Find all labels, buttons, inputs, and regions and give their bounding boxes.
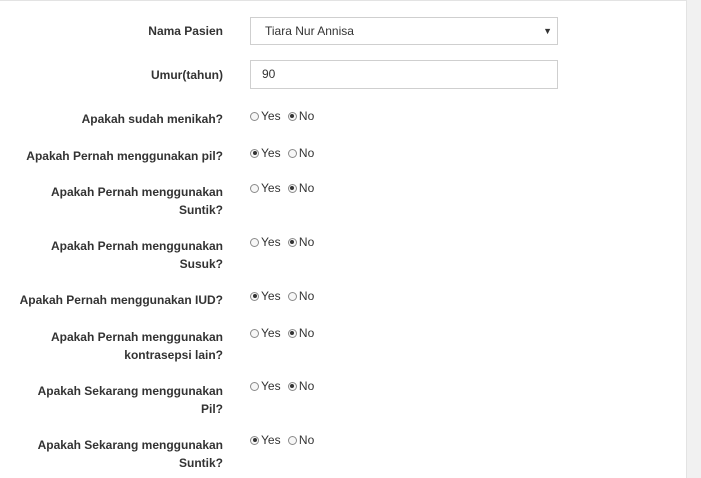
radio-no[interactable]: No xyxy=(287,433,315,447)
question-label-line2: Suntik? xyxy=(179,456,223,470)
question-label: Apakah Sekarang menggunakan Suntik? xyxy=(8,436,223,472)
radio-no-label: No xyxy=(298,109,315,123)
radio-yes-label: Yes xyxy=(261,146,281,160)
radio-yes[interactable]: Yes xyxy=(250,146,281,160)
question-label-line1: Apakah Pernah menggunakan xyxy=(50,239,223,253)
radio-no-label: No xyxy=(298,146,315,160)
radio-circle-icon xyxy=(250,237,259,247)
radio-group: Yes No xyxy=(250,379,318,395)
radio-group: Yes No xyxy=(250,146,318,162)
radio-group: Yes No xyxy=(250,326,318,342)
question-label-line1: Apakah Pernah menggunakan IUD? xyxy=(19,293,223,307)
question-label: Apakah Pernah menggunakan Suntik? xyxy=(8,183,223,219)
radio-checked-icon xyxy=(287,328,297,338)
age-input-value: 90 xyxy=(262,67,276,81)
radio-group: Yes No xyxy=(250,433,318,449)
radio-no[interactable]: No xyxy=(287,235,315,249)
question-label: Apakah Sekarang menggunakan Pil? xyxy=(8,382,223,418)
radio-checked-icon xyxy=(287,111,297,121)
question-label-line1: Apakah Sekarang menggunakan xyxy=(37,384,223,398)
radio-circle-icon xyxy=(287,291,297,301)
radio-circle-icon xyxy=(287,435,297,445)
question-label-line1: Apakah Pernah menggunakan pil? xyxy=(26,149,223,163)
radio-yes[interactable]: Yes xyxy=(250,289,281,303)
radio-yes[interactable]: Yes xyxy=(250,433,281,447)
radio-circle-icon xyxy=(250,183,259,193)
question-label-line1: Apakah Pernah menggunakan xyxy=(50,330,223,344)
question-label-line2: Suntik? xyxy=(179,203,223,217)
question-label: Apakah Pernah menggunakan IUD? xyxy=(8,291,223,309)
radio-yes[interactable]: Yes xyxy=(250,109,281,123)
radio-circle-icon xyxy=(250,328,259,338)
radio-group: Yes No xyxy=(250,181,318,197)
age-label: Umur(tahun) xyxy=(151,68,223,82)
radio-no-label: No xyxy=(298,379,315,393)
radio-group: Yes No xyxy=(250,289,318,305)
radio-no-label: No xyxy=(298,289,315,303)
radio-checked-icon xyxy=(287,381,297,391)
radio-group: Yes No xyxy=(250,235,318,251)
radio-yes[interactable]: Yes xyxy=(250,379,281,393)
question-label: Apakah sudah menikah? xyxy=(8,110,223,128)
radio-no[interactable]: No xyxy=(287,109,315,123)
form-panel: Nama Pasien Tiara Nur Annisa ▼ Umur(tahu… xyxy=(0,0,687,478)
radio-no[interactable]: No xyxy=(287,181,315,195)
radio-yes-label: Yes xyxy=(261,289,281,303)
radio-circle-icon xyxy=(250,111,259,121)
radio-no-label: No xyxy=(298,181,315,195)
radio-no[interactable]: No xyxy=(287,289,315,303)
radio-yes-label: Yes xyxy=(261,109,281,123)
patient-select[interactable]: Tiara Nur Annisa ▼ xyxy=(250,17,558,45)
radio-circle-icon xyxy=(287,148,297,158)
radio-checked-icon xyxy=(250,148,259,158)
radio-yes-label: Yes xyxy=(261,181,281,195)
question-label: Apakah Pernah menggunakan pil? xyxy=(8,147,223,165)
chevron-down-icon: ▼ xyxy=(543,26,552,36)
radio-yes-label: Yes xyxy=(261,433,281,447)
radio-no-label: No xyxy=(298,326,315,340)
question-label-line1: Apakah sudah menikah? xyxy=(81,112,223,126)
question-label: Apakah Pernah menggunakan Susuk? xyxy=(8,237,223,273)
question-label-line2: kontrasepsi lain? xyxy=(124,348,223,362)
radio-group: Yes No xyxy=(250,109,318,125)
question-label-line2: Susuk? xyxy=(179,257,223,271)
radio-yes[interactable]: Yes xyxy=(250,181,281,195)
radio-checked-icon xyxy=(287,237,297,247)
radio-no-label: No xyxy=(298,433,315,447)
question-label-line1: Apakah Sekarang menggunakan xyxy=(37,438,223,452)
radio-no[interactable]: No xyxy=(287,146,315,160)
radio-yes[interactable]: Yes xyxy=(250,326,281,340)
radio-checked-icon xyxy=(287,183,297,193)
patient-label: Nama Pasien xyxy=(148,24,223,38)
patient-select-value: Tiara Nur Annisa xyxy=(265,24,354,38)
age-input[interactable]: 90 xyxy=(250,60,558,89)
question-label: Apakah Pernah menggunakan kontrasepsi la… xyxy=(8,328,223,364)
question-label-line2: Pil? xyxy=(200,402,223,416)
radio-circle-icon xyxy=(250,381,259,391)
radio-yes-label: Yes xyxy=(261,326,281,340)
radio-yes-label: Yes xyxy=(261,235,281,249)
radio-yes[interactable]: Yes xyxy=(250,235,281,249)
radio-no-label: No xyxy=(298,235,315,249)
question-label-line1: Apakah Pernah menggunakan xyxy=(50,185,223,199)
radio-yes-label: Yes xyxy=(261,379,281,393)
radio-no[interactable]: No xyxy=(287,379,315,393)
radio-checked-icon xyxy=(250,435,259,445)
radio-checked-icon xyxy=(250,291,259,301)
radio-no[interactable]: No xyxy=(287,326,315,340)
